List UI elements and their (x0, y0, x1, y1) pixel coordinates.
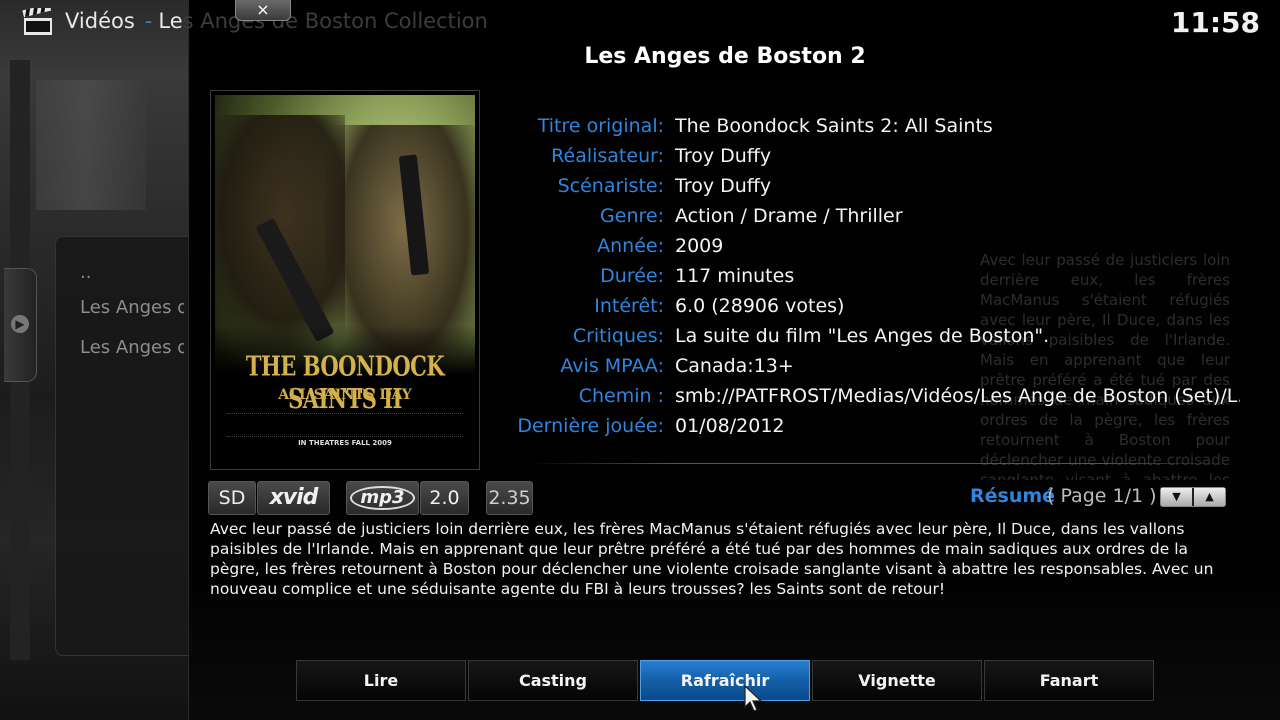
info-row-path: Chemin : smb://PATFROST/Medias/Vidéos/Le… (400, 385, 1250, 415)
info-value: Canada:13+ (675, 355, 794, 377)
info-row-director: Réalisateur: Troy Duffy (400, 145, 1250, 175)
flag-audio-codec-label: mp3 (350, 486, 415, 510)
info-row-writer: Scénariste: Troy Duffy (400, 175, 1250, 205)
movie-title: Les Anges de Boston 2 (584, 44, 866, 69)
info-value: 01/08/2012 (675, 415, 785, 437)
clapperboard-icon (22, 8, 52, 35)
info-row-mpaa: Avis MPAA: Canada:13+ (400, 355, 1250, 385)
info-value: La suite du film "Les Anges de Boston". (675, 325, 1050, 347)
background-shape (36, 80, 146, 210)
page-up-button[interactable]: ▲ (1194, 488, 1225, 506)
flag-resolution: SD (208, 481, 256, 515)
summary-label: Résumé (970, 485, 1056, 507)
info-label: Critiques: (572, 325, 664, 347)
info-label: Chemin : (578, 385, 664, 407)
info-row-year: Année: 2009 (400, 235, 1250, 265)
breadcrumb-separator: - (144, 9, 153, 33)
clock: 11:58 (1170, 6, 1260, 39)
chevron-right-icon: ▶ (11, 315, 29, 333)
info-label: Durée: (600, 265, 664, 287)
refresh-button[interactable]: Rafraîchir (640, 660, 810, 701)
info-value: 117 minutes (675, 265, 795, 287)
info-value: 2009 (675, 235, 724, 257)
info-row-original-title: Titre original: The Boondock Saints 2: A… (400, 115, 1250, 145)
page-arrows: ▼ ▲ (1160, 487, 1226, 507)
flag-video-codec: xvid (257, 481, 330, 515)
info-label: Avis MPAA: (560, 355, 664, 377)
list-item-parent[interactable]: .. (80, 262, 184, 283)
info-row-duration: Durée: 117 minutes (400, 265, 1250, 295)
info-row-genre: Genre: Action / Drame / Thriller (400, 205, 1250, 235)
cast-button[interactable]: Casting (468, 660, 638, 701)
info-label: Dernière jouée: (517, 415, 664, 437)
info-value: 6.0 (28906 votes) (675, 295, 845, 317)
breadcrumb-section: Vidéos (65, 9, 135, 33)
info-value: smb://PATFROST/Medias/Vidéos/Les Ange de… (675, 385, 1240, 407)
breadcrumb-subtitle-faded: s Anges de Boston Collection (182, 9, 488, 33)
list-item[interactable]: Les Anges d (80, 297, 184, 318)
list-item[interactable]: Les Anges d (80, 337, 184, 358)
info-value: Action / Drame / Thriller (675, 205, 903, 227)
breadcrumb-subtitle: Le (158, 9, 183, 33)
flag-aspect-ratio: 2.35 (486, 481, 533, 515)
info-value: Troy Duffy (675, 145, 772, 167)
close-button[interactable]: × (235, 0, 291, 21)
info-label: Réalisateur: (551, 145, 664, 167)
page-down-button[interactable]: ▼ (1161, 488, 1192, 506)
page-indicator: ( Page 1/1 ) (1047, 485, 1157, 507)
side-menu-tab[interactable]: ▶ (4, 268, 37, 382)
info-row-rating: Intérêt: 6.0 (28906 votes) (400, 295, 1250, 325)
info-label: Année: (597, 235, 664, 257)
mouse-cursor-icon (744, 685, 763, 712)
flag-audio-channels: 2.0 (420, 481, 469, 515)
flag-audio-codec: mp3 (346, 481, 419, 515)
thumbnail-button[interactable]: Vignette (812, 660, 982, 701)
info-label: Genre: (600, 205, 664, 227)
plot-text[interactable]: Avec leur passé de justiciers loin derri… (210, 519, 1242, 599)
fanart-button[interactable]: Fanart (984, 660, 1154, 701)
info-label: Intérêt: (594, 295, 664, 317)
info-value: Troy Duffy (675, 175, 772, 197)
info-label: Scénariste: (557, 175, 664, 197)
play-button[interactable]: Lire (296, 660, 466, 701)
divider (530, 463, 1240, 464)
info-value: The Boondock Saints 2: All Saints (675, 115, 993, 137)
info-row-tagline: Critiques: La suite du film "Les Anges d… (400, 325, 1250, 355)
info-row-last-played: Dernière jouée: 01/08/2012 (400, 415, 1250, 445)
info-label: Titre original: (537, 115, 664, 137)
